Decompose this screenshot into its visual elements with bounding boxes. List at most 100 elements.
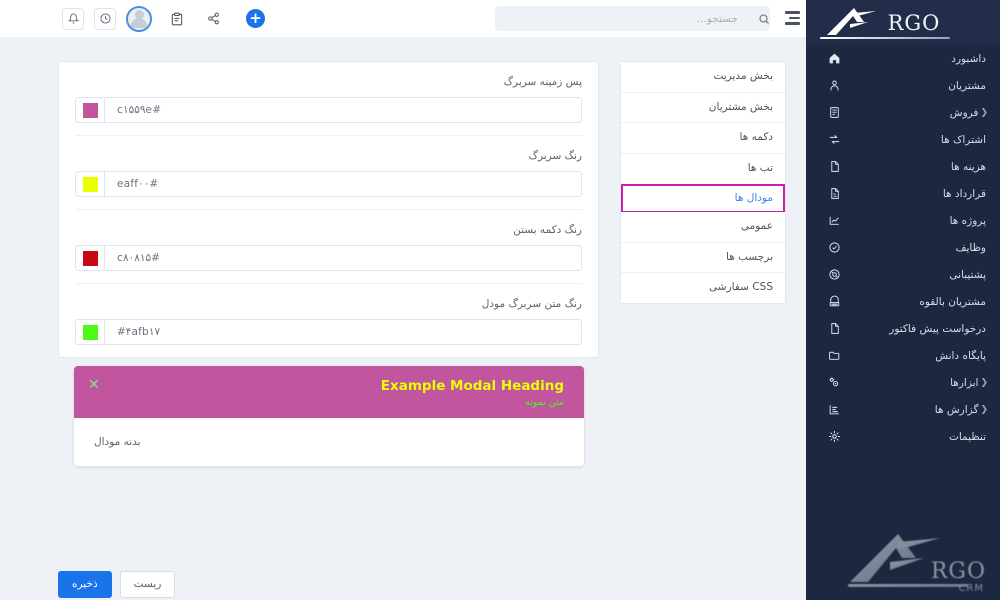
sidebar-item-label: ابزارها bbox=[950, 376, 979, 389]
sidebar-item-7[interactable]: وظایف bbox=[806, 234, 1000, 261]
reset-button[interactable]: ریست bbox=[119, 571, 176, 599]
check-circle-icon bbox=[825, 241, 843, 254]
sidebar-item-8[interactable]: پشتیبانی bbox=[806, 261, 1000, 288]
settings-menu-item[interactable]: تب ها bbox=[621, 153, 785, 185]
sidebar-item-12[interactable]: ❮ ابزارها bbox=[806, 369, 1000, 396]
form-actions: ذخیره ریست bbox=[58, 571, 176, 599]
settings-menu-item[interactable]: بخش مشتریان bbox=[621, 92, 785, 124]
sidebar-item-4[interactable]: هزینه ها bbox=[806, 153, 1000, 180]
menu-toggle-icon[interactable] bbox=[785, 11, 800, 25]
share-icon[interactable] bbox=[202, 8, 224, 30]
field-label: رنگ متن سربرگ مودل bbox=[481, 298, 582, 310]
settings-menu-item[interactable]: برچسب ها bbox=[621, 242, 785, 274]
save-button[interactable]: ذخیره bbox=[58, 571, 112, 599]
add-button[interactable]: + bbox=[246, 9, 265, 28]
sidebar-item-label: تنظیمات bbox=[948, 430, 986, 443]
color-swatch bbox=[82, 324, 98, 340]
avatar-body bbox=[131, 18, 147, 28]
field-modal-header-color: رنگ سربرگ #eaff۰۰ bbox=[75, 136, 582, 210]
search-bar[interactable]: جستجو... bbox=[495, 6, 770, 31]
color-picker-row[interactable]: #eaff۰۰ bbox=[75, 171, 582, 197]
sidebar-item-10[interactable]: درخواست پیش فاکتور bbox=[806, 315, 1000, 342]
color-swatch-button[interactable] bbox=[76, 98, 105, 122]
sidebar-item-5[interactable]: قرارداد ها bbox=[806, 180, 1000, 207]
modal-subtitle: متن نمونه bbox=[525, 396, 564, 408]
color-swatch-button[interactable] bbox=[76, 246, 105, 270]
sidebar-item-label: پروژه ها bbox=[949, 214, 986, 227]
bar-chart-icon bbox=[825, 403, 843, 416]
menu-bar-2 bbox=[789, 16, 800, 20]
settings-menu-item[interactable]: عمومی bbox=[621, 212, 785, 243]
watermark-sub: CRM bbox=[958, 583, 984, 594]
sidebar-item-label: هزینه ها bbox=[950, 160, 986, 173]
sidebar-item-label: پایگاه دانش bbox=[935, 349, 986, 362]
document-icon bbox=[825, 160, 843, 173]
file-icon bbox=[825, 322, 843, 335]
menu-bar-3 bbox=[785, 22, 800, 25]
color-picker-row[interactable]: #۴afb۱۷ bbox=[75, 319, 582, 345]
field-label: رنگ دکمه بستن bbox=[513, 224, 582, 236]
main-content: بخش مدیریت بخش مشتریان دکمه ها تب ها مودال ه… bbox=[0, 37, 806, 600]
folder-icon bbox=[825, 349, 843, 362]
avatar[interactable] bbox=[126, 5, 152, 32]
application-root: + جستجو... بخش مدیریت بخش مشتریان دکمه ها ت… bbox=[0, 0, 1000, 600]
sidebar-logo[interactable]: RGO bbox=[806, 0, 1000, 45]
color-picker-row[interactable]: #c۸۰۸۱۵ bbox=[75, 245, 582, 271]
sidebar-menu: داشبورد مشتریان ❮ فروش اشتراک ها هزینه ها قرار… bbox=[806, 45, 1000, 450]
sidebar-item-3[interactable]: اشتراک ها bbox=[806, 126, 1000, 153]
sidebar-item-9[interactable]: مشتریان بالقوه bbox=[806, 288, 1000, 315]
lifebuoy-icon bbox=[825, 268, 843, 281]
field-modal-close-button-color: رنگ دکمه بستن #c۸۰۸۱۵ bbox=[75, 210, 582, 284]
modal-preview: ✕ Example Modal Heading متن نمونه بدنه م… bbox=[74, 366, 584, 466]
settings-menu-item[interactable]: دکمه ها bbox=[621, 123, 785, 154]
color-swatch bbox=[82, 102, 98, 118]
sidebar-item-6[interactable]: پروژه ها bbox=[806, 207, 1000, 234]
sidebar-item-0[interactable]: داشبورد bbox=[806, 45, 1000, 72]
search-icon bbox=[748, 13, 770, 25]
logo-underline bbox=[820, 37, 950, 39]
chart-icon bbox=[825, 214, 843, 227]
close-icon[interactable]: ✕ bbox=[88, 378, 100, 392]
hex-value-input[interactable]: #۴afb۱۷ bbox=[105, 320, 581, 344]
menu-bar-1 bbox=[785, 11, 800, 14]
modal-settings-form: پس زمینه سربرگ #c۱۵۵۹e رنگ سربرگ #eaff۰۰ رنگ… bbox=[58, 61, 599, 358]
home-icon bbox=[825, 52, 843, 65]
field-label: رنگ سربرگ bbox=[528, 150, 582, 162]
settings-menu-item[interactable]: بخش مدیریت bbox=[621, 62, 785, 93]
sidebar-item-1[interactable]: مشتریان bbox=[806, 72, 1000, 99]
top-toolbar: + جستجو... bbox=[0, 0, 806, 37]
color-swatch-button[interactable] bbox=[76, 320, 105, 344]
color-swatch-button[interactable] bbox=[76, 172, 105, 196]
search-input[interactable]: جستجو... bbox=[495, 13, 748, 25]
sidebar-item-label: فروش bbox=[949, 106, 979, 119]
modal-preview-header: ✕ Example Modal Heading متن نمونه bbox=[74, 366, 584, 418]
bell-icon[interactable] bbox=[62, 7, 84, 30]
gears-icon bbox=[825, 376, 843, 389]
chevron-left-icon[interactable]: ❮ bbox=[980, 405, 988, 415]
megaphone-icon bbox=[825, 295, 843, 308]
settings-menu-item-active[interactable]: مودال ها bbox=[621, 183, 785, 214]
sidebar-item-14[interactable]: تنظیمات bbox=[806, 423, 1000, 450]
settings-menu-item[interactable]: CSS سفارشی bbox=[621, 273, 785, 304]
gear-icon bbox=[825, 430, 843, 443]
sidebar-item-11[interactable]: پایگاه دانش bbox=[806, 342, 1000, 369]
sidebar-item-label: قرارداد ها bbox=[942, 187, 986, 200]
receipt-icon bbox=[825, 106, 843, 119]
contract-icon bbox=[825, 187, 843, 200]
hex-value-input[interactable]: #eaff۰۰ bbox=[105, 172, 581, 196]
sidebar-item-label: پشتیبانی bbox=[949, 268, 986, 281]
sidebar-item-label: گزارش ها bbox=[934, 403, 979, 416]
chevron-left-icon[interactable]: ❮ bbox=[980, 378, 988, 388]
sidebar-item-label: مشتریان بالقوه bbox=[919, 295, 986, 308]
sidebar-item-2[interactable]: ❮ فروش bbox=[806, 99, 1000, 126]
settings-menu-list: بخش مدیریت بخش مشتریان دکمه ها تب ها مودال ه… bbox=[620, 61, 786, 305]
hex-value-input[interactable]: #c۸۰۸۱۵ bbox=[105, 246, 581, 270]
sidebar-item-13[interactable]: ❮ گزارش ها bbox=[806, 396, 1000, 423]
chevron-left-icon[interactable]: ❮ bbox=[980, 108, 988, 118]
hex-value-input[interactable]: #c۱۵۵۹e bbox=[105, 98, 581, 122]
sidebar-item-label: درخواست پیش فاکتور bbox=[889, 322, 986, 335]
clock-icon[interactable] bbox=[94, 7, 116, 30]
sidebar-item-label: داشبورد bbox=[951, 52, 986, 65]
color-picker-row[interactable]: #c۱۵۵۹e bbox=[75, 97, 582, 123]
clipboard-icon[interactable] bbox=[166, 8, 188, 30]
